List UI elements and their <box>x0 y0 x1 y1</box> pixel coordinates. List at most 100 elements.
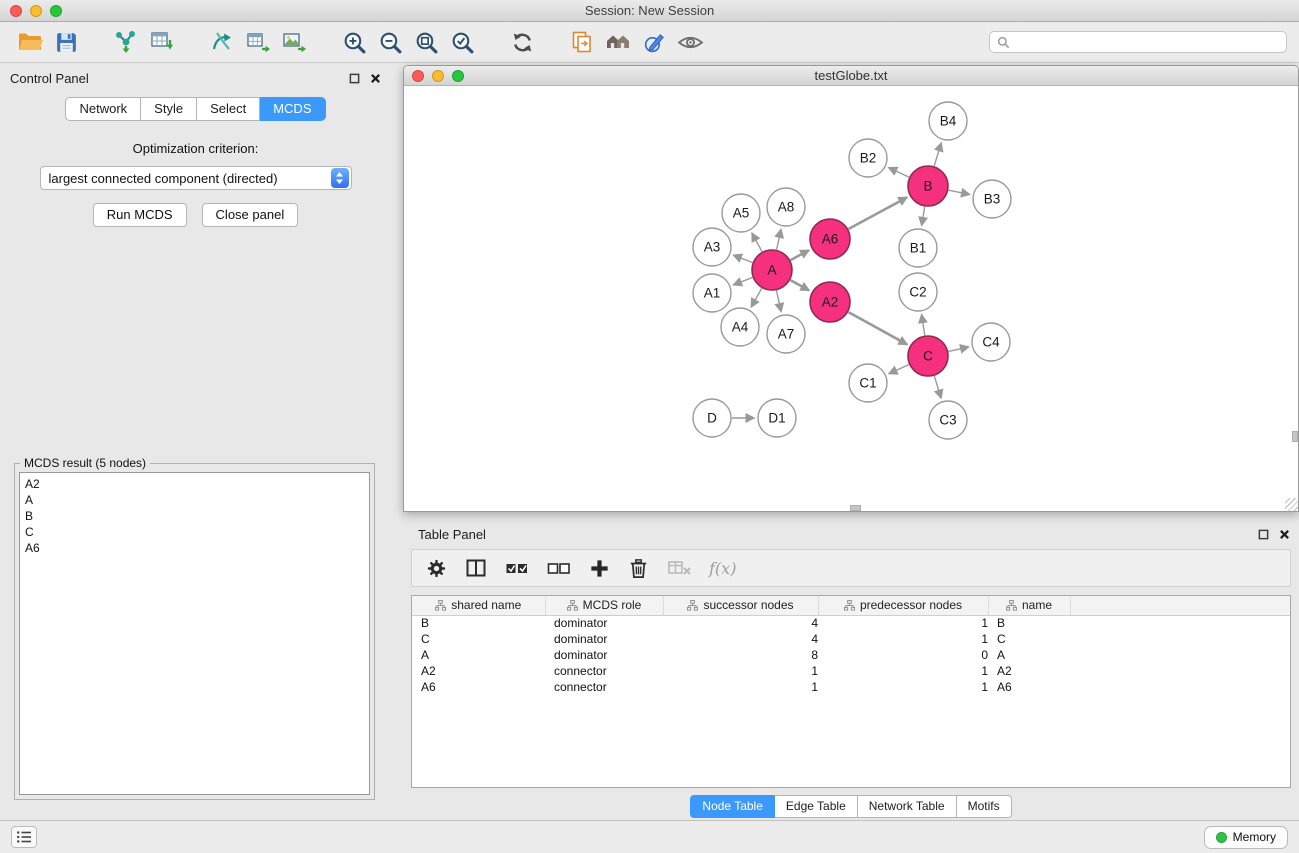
graph-node-A1[interactable]: A1 <box>693 274 731 312</box>
cell-name[interactable]: B <box>988 615 1070 631</box>
graph-edge-B-B4[interactable] <box>934 143 941 166</box>
float-panel-button[interactable] <box>349 73 360 84</box>
home-button[interactable] <box>600 26 636 58</box>
table-row[interactable]: Adominator80A <box>412 647 1290 663</box>
graph-node-B3[interactable]: B3 <box>973 180 1011 218</box>
mcds-result-item[interactable]: A <box>25 492 364 508</box>
cell-shared-name[interactable]: A6 <box>412 679 545 695</box>
graph-edge-C-C4[interactable] <box>949 347 969 351</box>
table-close-panel-button[interactable] <box>1279 529 1290 540</box>
select-all-button[interactable] <box>501 556 533 580</box>
cell-name[interactable]: A6 <box>988 679 1070 695</box>
mcds-result-item[interactable]: C <box>25 524 364 540</box>
graph-node-B4[interactable]: B4 <box>929 102 967 140</box>
cell-name[interactable]: C <box>988 631 1070 647</box>
cell-predecessor-nodes[interactable]: 1 <box>818 663 988 679</box>
mcds-result-item[interactable]: A2 <box>25 476 364 492</box>
show-columns-button[interactable] <box>461 556 491 580</box>
tab-select[interactable]: Select <box>197 97 260 121</box>
function-builder-button[interactable]: f(x) <box>709 559 736 578</box>
graph-edge-A-A7[interactable] <box>777 291 782 312</box>
graph-node-B[interactable]: B <box>908 166 948 206</box>
zoom-selected-button[interactable] <box>444 26 480 58</box>
memory-button[interactable]: Memory <box>1204 826 1288 849</box>
graph-edge-C-C1[interactable] <box>889 365 909 374</box>
settings-button[interactable] <box>422 557 451 580</box>
close-window-button[interactable] <box>10 5 22 17</box>
cell-mcds-role[interactable]: dominator <box>545 615 663 631</box>
close-panel-button[interactable] <box>370 73 381 84</box>
tab-edge-table[interactable]: Edge Table <box>775 795 858 818</box>
network-minimize-button[interactable] <box>432 70 444 82</box>
tab-node-table[interactable]: Node Table <box>690 795 775 818</box>
cell-shared-name[interactable]: C <box>412 631 545 647</box>
node-table[interactable]: shared nameMCDS rolesuccessor nodesprede… <box>411 595 1291 788</box>
cell-predecessor-nodes[interactable]: 0 <box>818 647 988 663</box>
graph-edge-A-A8[interactable] <box>777 230 781 250</box>
column-header-name[interactable]: name <box>988 596 1070 615</box>
export-table-button[interactable] <box>240 26 276 58</box>
cell-predecessor-nodes[interactable]: 1 <box>818 631 988 647</box>
zoom-out-button[interactable] <box>372 26 408 58</box>
tab-style[interactable]: Style <box>141 97 197 121</box>
column-header-successor-nodes[interactable]: successor nodes <box>663 596 818 615</box>
graph-node-C[interactable]: C <box>908 336 948 376</box>
table-row[interactable]: Cdominator41C <box>412 631 1290 647</box>
graph-node-D1[interactable]: D1 <box>758 399 796 437</box>
delete-column-button[interactable] <box>624 557 653 580</box>
table-row[interactable]: Bdominator41B <box>412 615 1290 631</box>
cell-mcds-role[interactable]: dominator <box>545 631 663 647</box>
graph-node-B2[interactable]: B2 <box>849 139 887 177</box>
vertical-scrollbar-thumb[interactable] <box>1292 431 1298 442</box>
graph-edge-A6-B[interactable] <box>849 197 907 229</box>
graph-edge-B-B3[interactable] <box>949 190 970 194</box>
graph-edge-C-C3[interactable] <box>934 376 941 398</box>
cell-shared-name[interactable]: A <box>412 647 545 663</box>
deselect-all-button[interactable] <box>543 556 575 580</box>
export-image-button[interactable] <box>276 26 312 58</box>
graph-edge-A2-C[interactable] <box>848 312 907 344</box>
close-panel-action-button[interactable]: Close panel <box>202 203 299 227</box>
graph-edge-A-A6[interactable] <box>791 250 809 260</box>
run-mcds-button[interactable]: Run MCDS <box>93 203 187 227</box>
graph-node-C4[interactable]: C4 <box>972 323 1010 361</box>
cell-mcds-role[interactable]: connector <box>545 663 663 679</box>
graph-node-A2[interactable]: A2 <box>810 282 850 322</box>
cell-name[interactable]: A2 <box>988 663 1070 679</box>
graph-node-A4[interactable]: A4 <box>721 308 759 346</box>
graph-node-C1[interactable]: C1 <box>849 364 887 402</box>
save-session-button[interactable] <box>48 26 84 58</box>
add-column-button[interactable] <box>585 557 614 580</box>
graph-edge-A-A5[interactable] <box>752 233 762 251</box>
cell-shared-name[interactable]: A2 <box>412 663 545 679</box>
snapshot-button[interactable] <box>564 26 600 58</box>
minimize-window-button[interactable] <box>30 5 42 17</box>
open-file-button[interactable] <box>12 26 48 58</box>
search-field[interactable] <box>989 31 1287 53</box>
graph-node-D[interactable]: D <box>693 399 731 437</box>
criterion-dropdown[interactable]: largest connected component (directed) <box>40 166 352 190</box>
network-zoom-button[interactable] <box>452 70 464 82</box>
network-canvas[interactable]: B4B2BB3A5A8A6A3B1AA1C2A2A4A7C4CC1C3DD1 <box>404 86 1298 511</box>
tab-mcds[interactable]: MCDS <box>260 97 325 121</box>
annotations-button[interactable] <box>636 26 672 58</box>
table-float-panel-button[interactable] <box>1258 529 1269 540</box>
graph-edge-C-C2[interactable] <box>922 315 925 336</box>
export-network-button[interactable] <box>204 26 240 58</box>
graph-edge-A-A2[interactable] <box>790 280 809 290</box>
cell-mcds-role[interactable]: dominator <box>545 647 663 663</box>
graph-node-A[interactable]: A <box>752 250 792 290</box>
graph-node-A6[interactable]: A6 <box>810 219 850 259</box>
resize-grip[interactable] <box>1285 498 1298 511</box>
tab-motifs[interactable]: Motifs <box>957 795 1012 818</box>
mcds-result-item[interactable]: A6 <box>25 540 364 556</box>
task-history-button[interactable] <box>11 826 37 848</box>
graph-node-A3[interactable]: A3 <box>693 228 731 266</box>
graph-node-A7[interactable]: A7 <box>767 315 805 353</box>
graph-edge-A-A1[interactable] <box>734 278 753 285</box>
column-header-shared-name[interactable]: shared name <box>412 596 545 615</box>
import-table-button[interactable] <box>144 26 180 58</box>
graph-edge-A-A3[interactable] <box>734 255 753 262</box>
horizontal-scrollbar-thumb[interactable] <box>850 505 861 511</box>
refresh-button[interactable] <box>504 26 540 58</box>
